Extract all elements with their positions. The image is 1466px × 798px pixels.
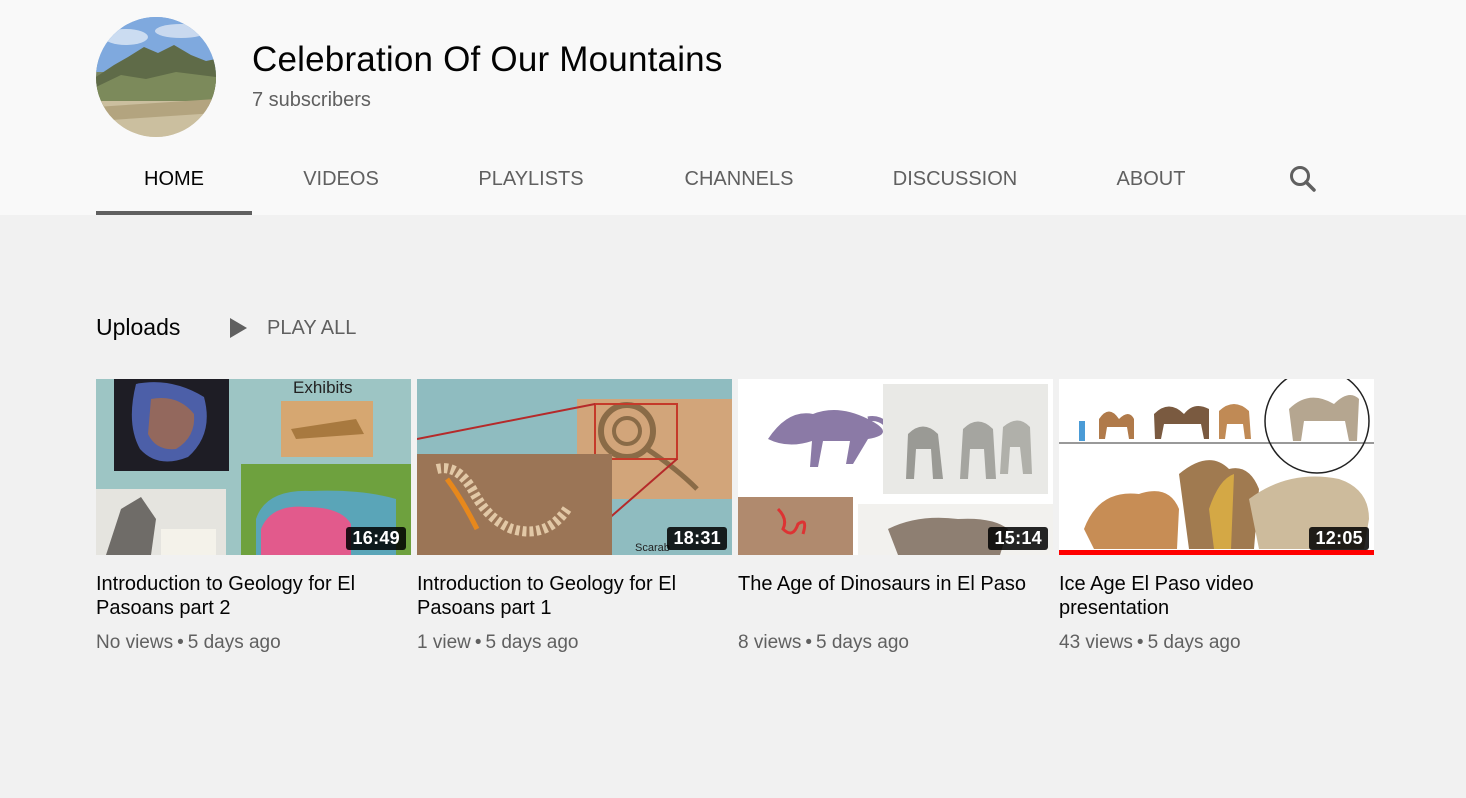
watch-progress-bar — [1059, 550, 1374, 555]
play-all-label: PLAY ALL — [267, 316, 357, 339]
tab-playlists[interactable]: PLAYLISTS — [466, 150, 596, 211]
video-metadata: 1 view • 5 days ago — [417, 632, 732, 654]
video-metadata: 8 views • 5 days ago — [738, 632, 1053, 654]
channel-header: Celebration Of Our Mountains 7 subscribe… — [0, 0, 1466, 215]
tab-videos[interactable]: VIDEOS — [292, 150, 390, 211]
video-duration: 15:14 — [988, 527, 1048, 550]
mountain-landscape-avatar — [96, 17, 216, 137]
video-title[interactable]: Ice Age El Paso video presentation — [1059, 572, 1359, 620]
tab-home[interactable]: HOME — [96, 150, 252, 215]
video-metadata: No views • 5 days ago — [96, 632, 411, 654]
video-card[interactable]: Exhibits 16:49 Introduction to Geology f… — [96, 379, 411, 654]
channel-avatar[interactable] — [96, 17, 216, 137]
video-thumbnail[interactable]: 15:14 — [738, 379, 1053, 555]
video-thumbnail[interactable]: 12:05 — [1059, 379, 1374, 555]
tab-channels[interactable]: CHANNELS — [672, 150, 806, 211]
video-title[interactable]: The Age of Dinosaurs in El Paso — [738, 572, 1038, 620]
video-title[interactable]: Introduction to Geology for El Pasoans p… — [96, 572, 396, 620]
play-all-button[interactable]: PLAY ALL — [230, 310, 356, 346]
uploads-shelf: Exhibits 16:49 Introduction to Geology f… — [96, 379, 1376, 669]
video-duration: 18:31 — [667, 527, 727, 550]
thumbnail-text: Exhibits — [293, 379, 353, 397]
separator-dot: • — [805, 632, 813, 653]
upload-age: 5 days ago — [485, 632, 579, 653]
video-card[interactable]: Scarab 18:31 Introduction to Geology for… — [417, 379, 732, 654]
play-icon — [230, 318, 247, 338]
separator-dot: • — [1136, 632, 1144, 653]
video-metadata: 43 views • 5 days ago — [1059, 632, 1374, 654]
video-thumbnail[interactable]: Exhibits 16:49 — [96, 379, 411, 555]
video-card[interactable]: 12:05 Ice Age El Paso video presentation… — [1059, 379, 1374, 654]
view-count: 8 views — [738, 632, 802, 653]
video-card[interactable]: 15:14 The Age of Dinosaurs in El Paso 8 … — [738, 379, 1053, 654]
upload-age: 5 days ago — [187, 632, 281, 653]
upload-age: 5 days ago — [1147, 632, 1241, 653]
view-count: No views — [96, 632, 174, 653]
separator-dot: • — [474, 632, 482, 653]
upload-age: 5 days ago — [816, 632, 909, 653]
section-title[interactable]: Uploads — [96, 314, 180, 341]
video-thumbnail[interactable]: Scarab 18:31 — [417, 379, 732, 555]
video-duration: 12:05 — [1309, 527, 1369, 550]
view-count: 43 views — [1059, 632, 1133, 653]
channel-title: Celebration Of Our Mountains — [252, 40, 723, 79]
separator-dot: • — [177, 632, 184, 653]
tab-about[interactable]: ABOUT — [1106, 150, 1196, 211]
video-duration: 16:49 — [346, 527, 406, 550]
channel-tabs: HOME VIDEOS PLAYLISTS CHANNELS DISCUSSIO… — [96, 150, 1346, 215]
tab-discussion[interactable]: DISCUSSION — [884, 150, 1026, 211]
view-count: 1 view — [417, 632, 471, 653]
video-title[interactable]: Introduction to Geology for El Pasoans p… — [417, 572, 717, 620]
search-icon[interactable] — [1286, 162, 1320, 196]
subscriber-count: 7 subscribers — [252, 89, 371, 111]
thumbnail-text: Scarab — [635, 542, 670, 554]
